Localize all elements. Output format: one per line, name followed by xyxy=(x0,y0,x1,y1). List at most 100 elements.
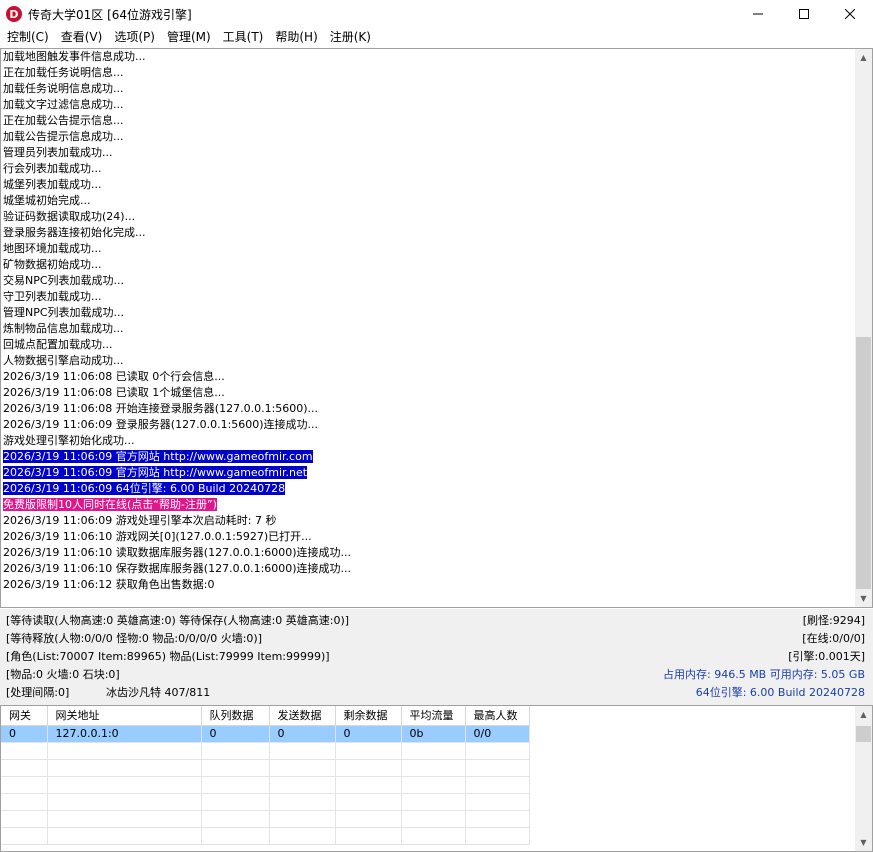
table-row[interactable] xyxy=(1,827,530,845)
log-line-text: 地图环境加载成功... xyxy=(3,242,102,255)
status-panel: [等待读取(人物高速:0 英雄高速:0) 等待保存(人物高速:0 英雄高速:0)… xyxy=(0,609,873,705)
log-line-text: 游戏处理引擎初始化成功... xyxy=(3,434,135,447)
log-line: 加载地图触发事件信息成功... xyxy=(3,49,853,65)
table-cell: 0 xyxy=(1,725,48,743)
log-line: 矿物数据初始成功... xyxy=(3,257,853,273)
column-header[interactable]: 平均流量 xyxy=(401,706,466,726)
log-line: 2026/3/19 11:06:09 官方网站 http://www.gameo… xyxy=(3,449,853,465)
app-logo-icon: D xyxy=(6,6,22,22)
log-line-text: 2026/3/19 11:06:10 保存数据库服务器(127.0.0.1:60… xyxy=(3,562,352,575)
status-monster-refresh: [刷怪:9294] xyxy=(802,614,865,627)
table-row[interactable] xyxy=(1,759,530,777)
close-button[interactable] xyxy=(827,0,873,28)
log-line-text: 2026/3/19 11:06:08 已读取 1个城堡信息... xyxy=(3,386,225,399)
log-line-text: 验证码数据读取成功(24)... xyxy=(3,210,136,223)
status-items-walls: [物品:0 火墙:0 石块:0] xyxy=(6,668,120,681)
status-online: [在线:0/0/0] xyxy=(802,632,865,645)
log-line: 正在加载任务说明信息... xyxy=(3,65,853,81)
menu-options[interactable]: 选项(P) xyxy=(108,28,161,47)
scroll-thumb[interactable] xyxy=(856,337,871,589)
menu-view[interactable]: 查看(V) xyxy=(55,28,109,47)
log-line-text: 回城点配置加载成功... xyxy=(3,338,113,351)
log-line: 回城点配置加载成功... xyxy=(3,337,853,353)
table-cell: 0 xyxy=(269,725,336,743)
log-line-text: 正在加载公告提示信息... xyxy=(3,114,124,127)
log-line-text: 管理NPC列表加载成功... xyxy=(3,306,125,319)
log-line: 2026/3/19 11:06:10 保存数据库服务器(127.0.0.1:60… xyxy=(3,561,853,577)
log-line: 2026/3/19 11:06:12 获取角色出售数据:0 xyxy=(3,577,853,593)
gateway-table-panel[interactable]: 网关 网关地址 队列数据 发送数据 剩余数据 平均流量 最高人数 0 127.0… xyxy=(0,705,873,852)
log-line-text: 管理员列表加载成功... xyxy=(3,146,113,159)
log-line: 2026/3/19 11:06:08 开始连接登录服务器(127.0.0.1:5… xyxy=(3,401,853,417)
log-line-text: 2026/3/19 11:06:10 游戏网关[0](127.0.0.1:592… xyxy=(3,530,312,543)
menu-help[interactable]: 帮助(H) xyxy=(269,28,323,47)
log-line-text: 登录服务器连接初始化完成... xyxy=(3,226,146,239)
scroll-thumb[interactable] xyxy=(856,726,871,742)
log-line-text: 人物数据引擎启动成功... xyxy=(3,354,124,367)
title-bar[interactable]: D 传奇大学01区 [64位游戏引擎] xyxy=(0,0,873,28)
menu-control[interactable]: 控制(C) xyxy=(0,28,55,47)
log-line-text: 免费版限制10人同时在线(点击“帮助-注册”) xyxy=(3,498,217,511)
table-row[interactable] xyxy=(1,742,530,760)
log-line-text: 2026/3/19 11:06:10 读取数据库服务器(127.0.0.1:60… xyxy=(3,546,352,559)
log-line-text: 2026/3/19 11:06:09 官方网站 http://www.gameo… xyxy=(3,466,308,479)
maximize-button[interactable] xyxy=(781,0,827,28)
log-line-text: 交易NPC列表加载成功... xyxy=(3,274,125,287)
scroll-up-arrow-icon[interactable]: ▲ xyxy=(855,706,872,723)
log-scrollbar[interactable]: ▲ ▼ xyxy=(855,49,872,607)
column-header[interactable]: 发送数据 xyxy=(269,706,336,726)
column-header[interactable]: 剩余数据 xyxy=(335,706,402,726)
log-line-text: 2026/3/19 11:06:09 登录服务器(127.0.0.1:5600)… xyxy=(3,418,319,431)
table-cell: 0/0 xyxy=(465,725,530,743)
log-line-text: 2026/3/19 11:06:08 已读取 0个行会信息... xyxy=(3,370,225,383)
status-map-monster: 冰齿沙凡特 407/811 xyxy=(106,686,211,699)
log-line: 正在加载公告提示信息... xyxy=(3,113,853,129)
column-header[interactable]: 队列数据 xyxy=(201,706,270,726)
menu-register[interactable]: 注册(K) xyxy=(324,28,377,47)
menu-manage[interactable]: 管理(M) xyxy=(161,28,217,47)
log-line-text: 正在加载任务说明信息... xyxy=(3,66,124,79)
log-line: 城堡列表加载成功... xyxy=(3,177,853,193)
table-row[interactable] xyxy=(1,793,530,811)
table-scrollbar[interactable]: ▲ ▼ xyxy=(855,706,872,851)
status-engine-version: 64位引擎: 6.00 Build 20240728 xyxy=(695,686,865,699)
log-line: 验证码数据读取成功(24)... xyxy=(3,209,853,225)
table-row[interactable] xyxy=(1,776,530,794)
table-row[interactable]: 0 127.0.0.1:0 0 0 0 0b 0/0 xyxy=(1,725,530,743)
maximize-icon xyxy=(799,9,809,19)
log-line: 2026/3/19 11:06:09 官方网站 http://www.gameo… xyxy=(3,465,853,481)
log-line-text: 加载地图触发事件信息成功... xyxy=(3,50,146,63)
log-line: 行会列表加载成功... xyxy=(3,161,853,177)
log-line-text: 加载公告提示信息成功... xyxy=(3,130,124,143)
log-line: 加载公告提示信息成功... xyxy=(3,129,853,145)
log-line: 炼制物品信息加载成功... xyxy=(3,321,853,337)
scroll-down-arrow-icon[interactable]: ▼ xyxy=(855,590,872,607)
log-line: 2026/3/19 11:06:09 登录服务器(127.0.0.1:5600)… xyxy=(3,417,853,433)
menu-tools[interactable]: 工具(T) xyxy=(217,28,270,47)
log-line: 地图环境加载成功... xyxy=(3,241,853,257)
minimize-button[interactable] xyxy=(735,0,781,28)
log-line-text: 矿物数据初始成功... xyxy=(3,258,102,271)
column-header[interactable]: 网关 xyxy=(1,706,48,726)
log-line-text: 城堡列表加载成功... xyxy=(3,178,102,191)
menu-bar: 控制(C) 查看(V) 选项(P) 管理(M) 工具(T) 帮助(H) 注册(K… xyxy=(0,28,873,47)
scroll-up-arrow-icon[interactable]: ▲ xyxy=(855,49,872,66)
column-header[interactable]: 最高人数 xyxy=(465,706,530,726)
window-controls xyxy=(735,0,873,28)
log-line: 2026/3/19 11:06:10 读取数据库服务器(127.0.0.1:60… xyxy=(3,545,853,561)
close-icon xyxy=(845,9,855,19)
table-row[interactable] xyxy=(1,810,530,828)
column-header[interactable]: 网关地址 xyxy=(47,706,202,726)
log-line-text: 2026/3/19 11:06:09 游戏处理引擎本次启动耗时: 7 秒 xyxy=(3,514,277,527)
status-memory: 占用内存: 946.5 MB 可用内存: 5.05 GB xyxy=(663,668,865,681)
log-line: 加载任务说明信息成功... xyxy=(3,81,853,97)
status-interval: [处理间隔:0] xyxy=(6,686,70,699)
log-lines: 加载地图触发事件信息成功... 正在加载任务说明信息... 加载任务说明信息成功..… xyxy=(3,49,853,593)
log-line-text: 2026/3/19 11:06:09 64位引擎: 6.00 Build 202… xyxy=(3,482,286,495)
status-role-items: [角色(List:70007 Item:89965) 物品(List:79999… xyxy=(6,650,330,663)
table-cell: 0b xyxy=(401,725,466,743)
table-cell: 0 xyxy=(335,725,402,743)
scroll-down-arrow-icon[interactable]: ▼ xyxy=(855,834,872,851)
log-line: 交易NPC列表加载成功... xyxy=(3,273,853,289)
log-panel[interactable]: 加载地图触发事件信息成功... 正在加载任务说明信息... 加载任务说明信息成功..… xyxy=(0,48,873,608)
